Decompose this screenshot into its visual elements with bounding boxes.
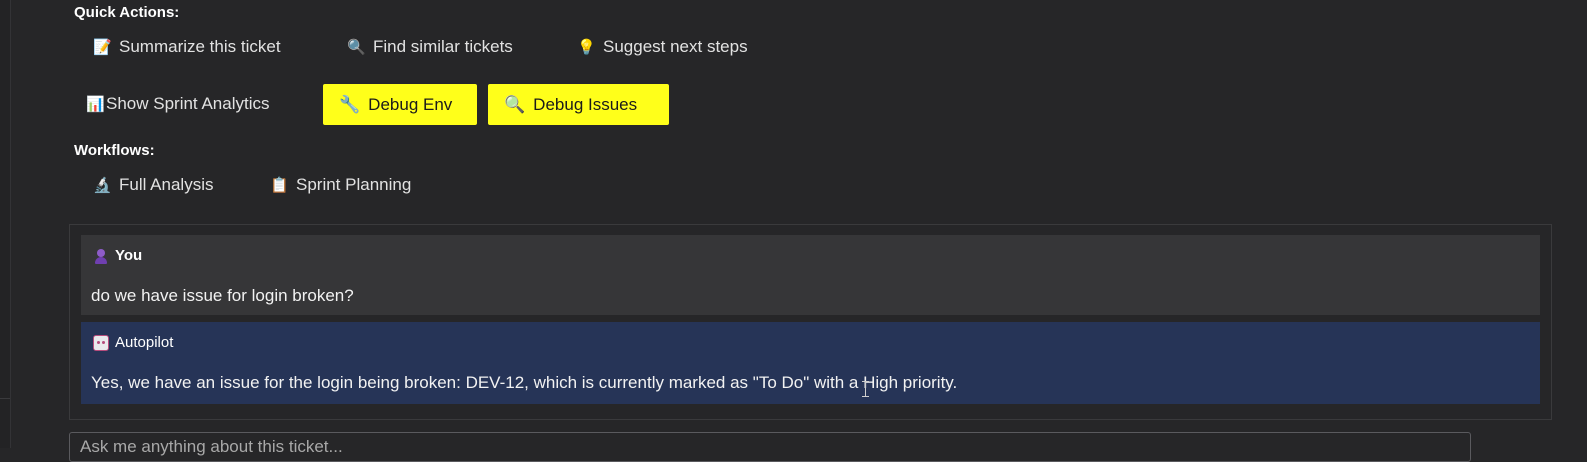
quick-actions-heading: Quick Actions: <box>74 4 180 21</box>
debug-issues-label: Debug Issues <box>533 94 638 114</box>
microscope-icon: 🔬 <box>93 177 112 194</box>
find-similar-tickets-action[interactable]: 🔍 Find similar tickets <box>347 37 513 57</box>
chat-message-assistant: Autopilot Yes, we have an issue for the … <box>81 322 1540 404</box>
message-text: do we have issue for login broken? <box>91 286 354 305</box>
left-rail <box>0 0 11 448</box>
chat-panel: You do we have issue for login broken? A… <box>69 224 1552 420</box>
memo-icon: 📝 <box>93 39 112 56</box>
lightbulb-icon: 💡 <box>577 39 596 56</box>
full-analysis-workflow[interactable]: 🔬 Full Analysis <box>93 175 213 195</box>
bar-chart-icon: 📊 <box>86 96 105 113</box>
chat-input[interactable] <box>69 432 1471 462</box>
message-sender: Autopilot <box>115 334 174 351</box>
summarize-ticket-label: Summarize this ticket <box>119 37 281 56</box>
debug-issues-button[interactable]: 🔍 Debug Issues <box>488 84 669 125</box>
clipboard-icon: 📋 <box>270 177 289 194</box>
message-header: Autopilot <box>93 334 173 351</box>
suggest-next-steps-label: Suggest next steps <box>603 37 748 56</box>
sprint-planning-workflow[interactable]: 📋 Sprint Planning <box>270 175 411 195</box>
find-similar-tickets-label: Find similar tickets <box>373 37 513 56</box>
summarize-ticket-action[interactable]: 📝 Summarize this ticket <box>93 37 281 57</box>
debug-env-label: Debug Env <box>368 94 453 114</box>
message-sender: You <box>115 247 143 264</box>
chat-message-user: You do we have issue for login broken? <box>81 235 1540 315</box>
full-analysis-label: Full Analysis <box>119 175 214 194</box>
wrench-icon: 🔧 <box>339 94 361 114</box>
message-text: Yes, we have an issue for the login bein… <box>91 373 958 392</box>
suggest-next-steps-action[interactable]: 💡 Suggest next steps <box>577 37 748 57</box>
show-sprint-analytics-label: Show Sprint Analytics <box>106 94 270 113</box>
text-cursor-icon <box>862 381 869 397</box>
magnifier-icon: 🔍 <box>347 39 366 56</box>
user-icon <box>93 248 109 264</box>
left-rail-notch <box>0 398 10 449</box>
show-sprint-analytics-action[interactable]: 📊 Show Sprint Analytics <box>86 94 269 114</box>
message-header: You <box>93 247 142 264</box>
workflows-heading: Workflows: <box>74 142 155 159</box>
debug-env-button[interactable]: 🔧 Debug Env <box>323 84 477 125</box>
magnifier-icon: 🔍 <box>504 94 526 114</box>
robot-icon <box>93 334 109 351</box>
sprint-planning-label: Sprint Planning <box>296 175 412 194</box>
